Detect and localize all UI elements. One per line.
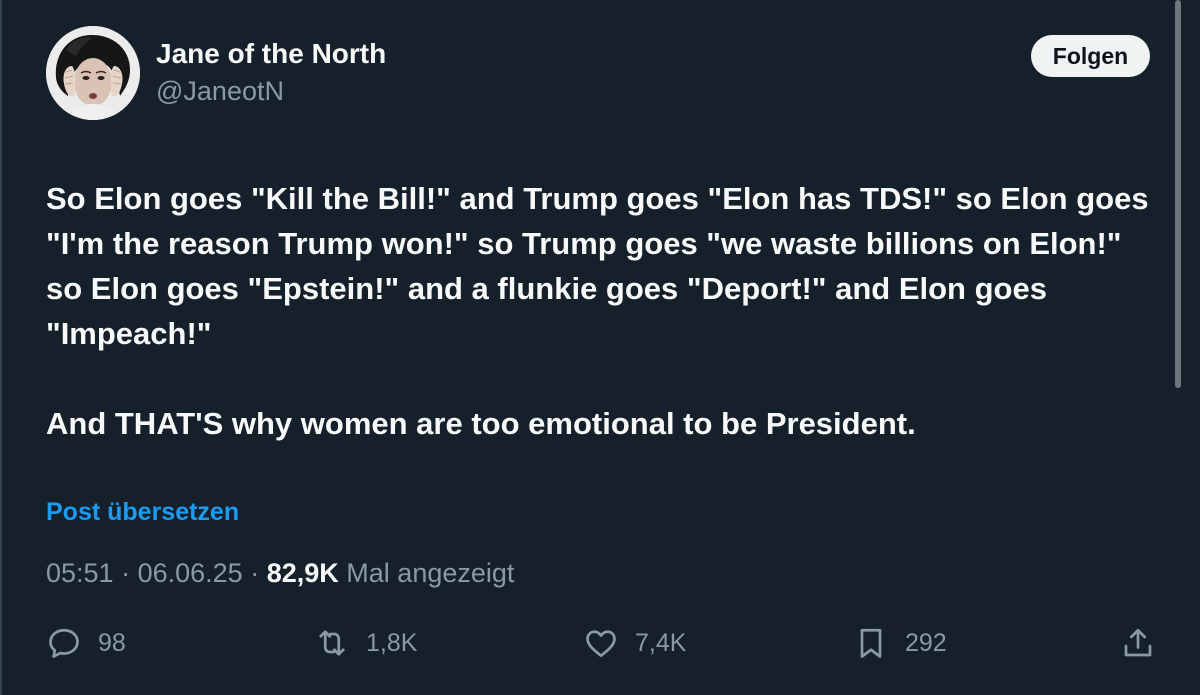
post-meta: 05:51 · 06.06.25 · 82,9K Mal angezeigt — [46, 558, 514, 589]
translate-post-link[interactable]: Post übersetzen — [46, 498, 239, 527]
meta-separator: · — [250, 558, 267, 588]
author-handle[interactable]: @JaneotN — [156, 76, 284, 107]
post-paragraph: And THAT'S why women are too emotional t… — [46, 406, 916, 441]
profile-photo-icon — [46, 26, 140, 120]
views-label: Mal angezeigt — [346, 558, 515, 588]
bookmark-button[interactable]: 292 — [853, 620, 947, 666]
heart-icon — [586, 630, 616, 658]
reply-count: 98 — [98, 628, 126, 657]
share-button[interactable] — [1120, 620, 1156, 666]
reply-icon — [49, 628, 79, 658]
post-paragraph: So Elon goes "Kill the Bill!" and Trump … — [46, 181, 1149, 351]
reply-button[interactable]: 98 — [46, 620, 126, 666]
repost-button[interactable]: 1,8K — [314, 620, 417, 666]
author-name[interactable]: Jane of the North — [156, 38, 386, 70]
like-button[interactable]: 7,4K — [583, 620, 686, 666]
avatar[interactable] — [46, 26, 140, 120]
post-card: Jane of the North @JaneotN Folgen So Elo… — [0, 0, 1200, 695]
column-divider — [0, 0, 2, 695]
share-icon — [1124, 628, 1152, 657]
like-count: 7,4K — [635, 628, 687, 657]
scrollbar-thumb[interactable] — [1175, 0, 1181, 388]
post-time[interactable]: 05:51 — [46, 558, 114, 588]
post-text: So Elon goes "Kill the Bill!" and Trump … — [46, 176, 1156, 446]
bookmark-count: 292 — [905, 628, 947, 657]
repost-count: 1,8K — [366, 628, 418, 657]
views-count[interactable]: 82,9K — [267, 558, 339, 588]
bookmark-icon — [860, 628, 882, 658]
action-bar: 98 1,8K 7,4K 292 — [0, 620, 1200, 666]
post-date[interactable]: 06.06.25 — [138, 558, 243, 588]
follow-button[interactable]: Folgen — [1031, 35, 1150, 77]
meta-separator: · — [121, 558, 138, 588]
repost-icon — [319, 630, 345, 656]
